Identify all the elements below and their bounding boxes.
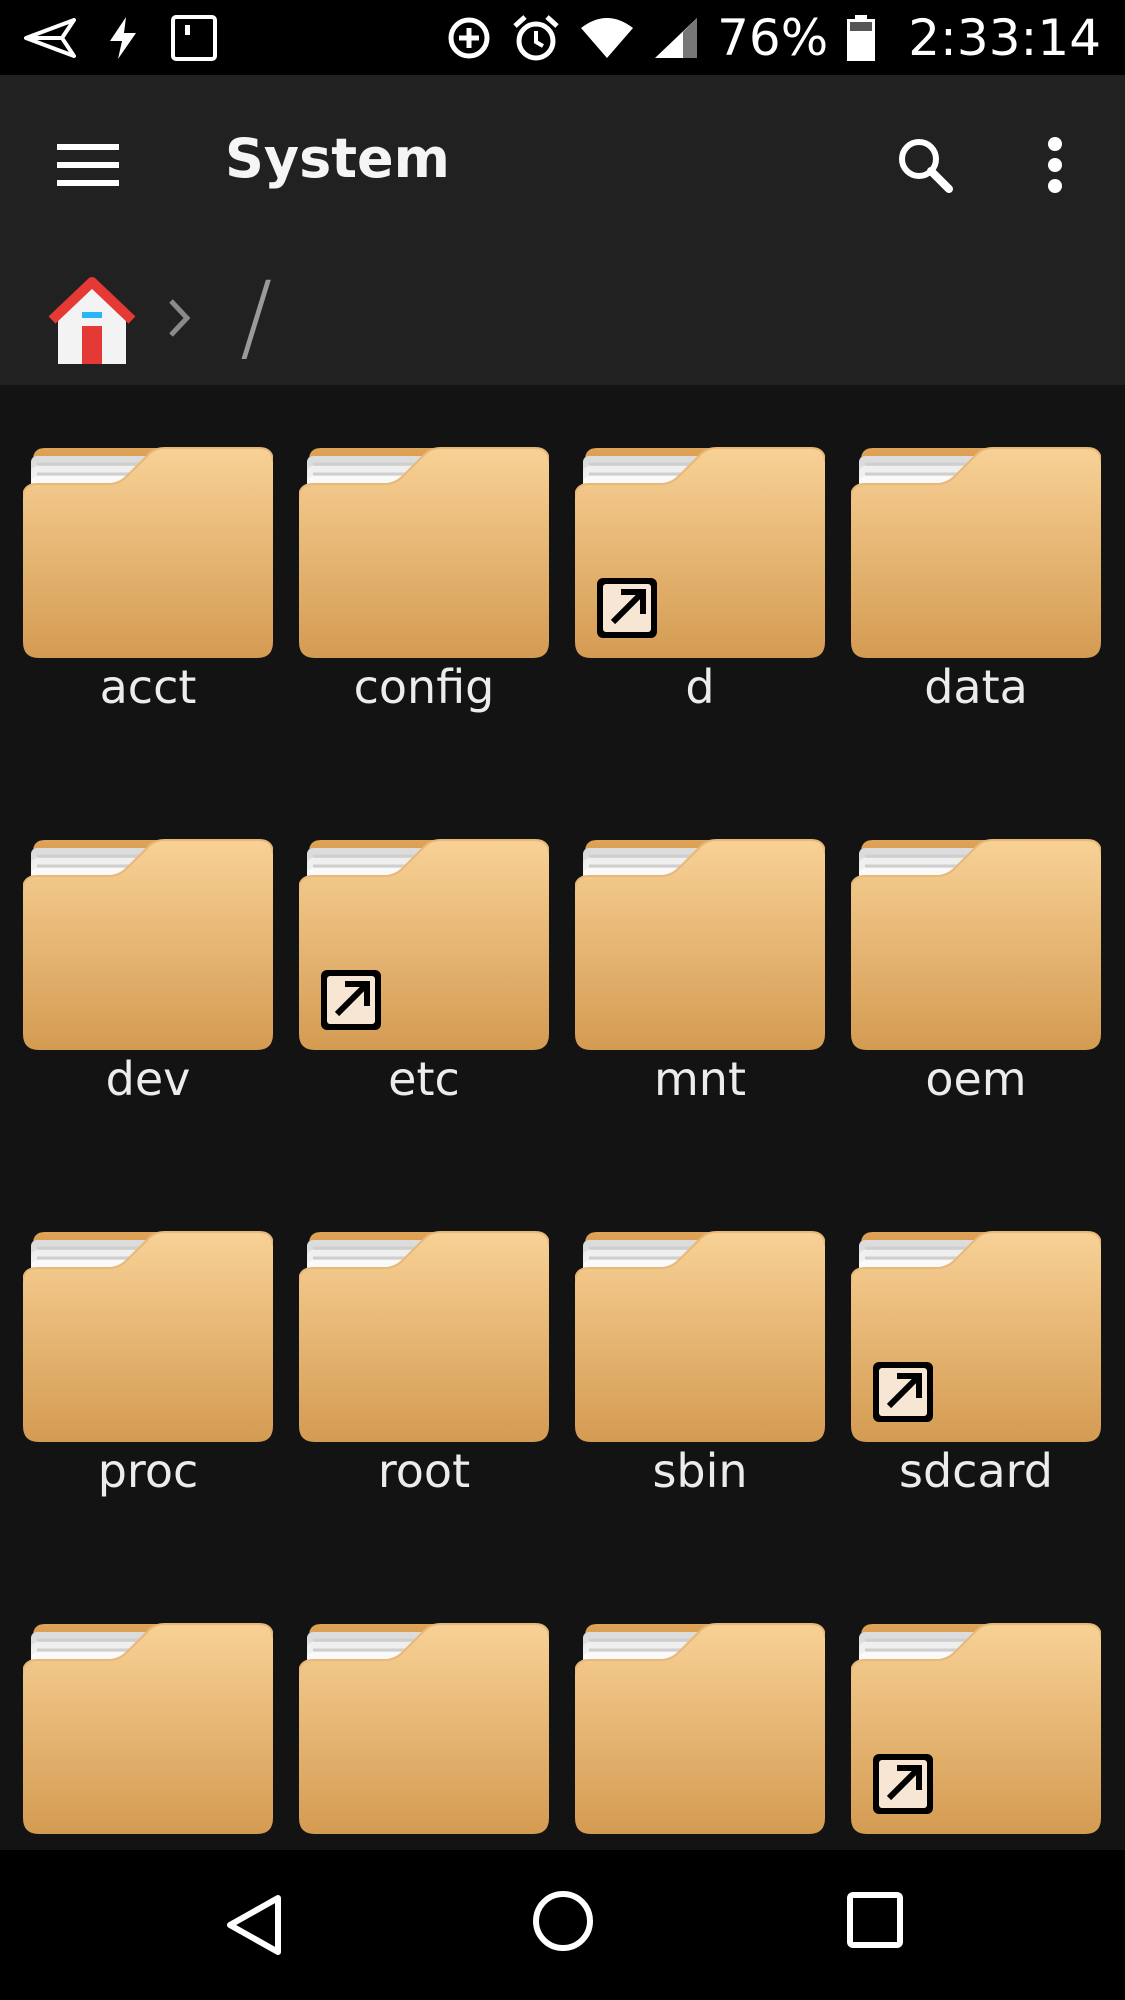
folder-label: mnt — [654, 1052, 746, 1106]
folder-icon — [575, 447, 825, 658]
folder-item[interactable]: proc — [23, 1169, 299, 1549]
folder-item[interactable] — [299, 1561, 575, 1850]
more-options-button[interactable] — [1015, 125, 1095, 205]
folder-grid: acct config d data dev etc mnt oem proc … — [0, 385, 1125, 1850]
folder-icon — [299, 1623, 549, 1834]
signal-icon — [653, 16, 699, 60]
app-bar: System — [0, 75, 1125, 255]
folder-label: oem — [925, 1052, 1027, 1106]
data-saver-icon — [445, 14, 493, 62]
chevron-right-icon — [165, 293, 195, 343]
folder-label: dev — [105, 1052, 191, 1106]
folder-item[interactable]: mnt — [575, 777, 851, 1157]
folder-icon — [575, 1231, 825, 1442]
folder-icon — [851, 839, 1101, 1050]
breadcrumb: / — [0, 255, 1125, 385]
folder-item[interactable]: oem — [851, 777, 1125, 1157]
folder-icon — [23, 1623, 273, 1834]
back-icon — [227, 1895, 281, 1955]
screen-icon — [170, 14, 218, 62]
shortcut-icon — [873, 1362, 933, 1422]
folder-item[interactable]: dev — [23, 777, 299, 1157]
recents-button[interactable] — [845, 1890, 905, 1950]
folder-icon — [851, 447, 1101, 658]
navigation-bar — [0, 1850, 1125, 2000]
breadcrumb-path[interactable]: / — [240, 261, 272, 373]
folder-label: acct — [99, 660, 197, 714]
folder-icon — [575, 839, 825, 1050]
folder-icon — [23, 1231, 273, 1442]
folder-label: etc — [388, 1052, 460, 1106]
home-nav-icon — [533, 1891, 593, 1951]
folder-label: d — [685, 660, 715, 714]
clock: 2:33:14 — [908, 8, 1101, 67]
folder-item[interactable]: etc — [299, 777, 575, 1157]
folder-item[interactable]: data — [851, 385, 1125, 765]
folder-icon — [851, 1231, 1101, 1442]
menu-button[interactable] — [48, 125, 128, 205]
folder-icon — [575, 1623, 825, 1834]
alarm-icon — [511, 14, 561, 62]
flash-icon — [106, 15, 140, 61]
folder-icon — [23, 839, 273, 1050]
status-bar: 76% 2:33:14 — [0, 0, 1125, 75]
folder-icon — [299, 1231, 549, 1442]
folder-item[interactable] — [575, 1561, 851, 1850]
folder-item[interactable]: sdcard — [851, 1169, 1125, 1549]
wifi-icon — [579, 16, 635, 60]
screen: 76% 2:33:14 System / acct config d data … — [0, 0, 1125, 2000]
folder-label: sbin — [652, 1444, 748, 1498]
breadcrumb-home[interactable] — [42, 270, 142, 370]
folder-icon — [299, 839, 549, 1050]
folder-label: data — [924, 660, 1028, 714]
page-title: System — [225, 127, 450, 190]
battery-percent: 76% — [717, 8, 829, 67]
back-button[interactable] — [220, 1890, 290, 1960]
folder-label: root — [377, 1444, 471, 1498]
send-icon — [24, 17, 76, 58]
folder-item[interactable] — [851, 1561, 1125, 1850]
folder-item[interactable]: sbin — [575, 1169, 851, 1549]
more-vert-icon — [1048, 137, 1062, 193]
folder-item[interactable]: root — [299, 1169, 575, 1549]
folder-icon — [23, 447, 273, 658]
home-nav-button[interactable] — [528, 1886, 598, 1956]
recents-icon — [847, 1892, 903, 1948]
search-icon — [899, 139, 953, 193]
menu-icon — [57, 144, 119, 186]
folder-icon — [299, 447, 549, 658]
folder-label: config — [353, 660, 495, 714]
shortcut-icon — [321, 970, 381, 1030]
search-button[interactable] — [885, 125, 965, 205]
home-icon — [48, 277, 136, 364]
folder-item[interactable]: acct — [23, 385, 299, 765]
folder-item[interactable] — [23, 1561, 299, 1850]
battery-icon — [846, 14, 876, 62]
folder-item[interactable]: d — [575, 385, 851, 765]
shortcut-icon — [873, 1754, 933, 1814]
folder-label: sdcard — [899, 1444, 1053, 1498]
folder-item[interactable]: config — [299, 385, 575, 765]
shortcut-icon — [597, 578, 657, 638]
folder-label: proc — [97, 1444, 199, 1498]
